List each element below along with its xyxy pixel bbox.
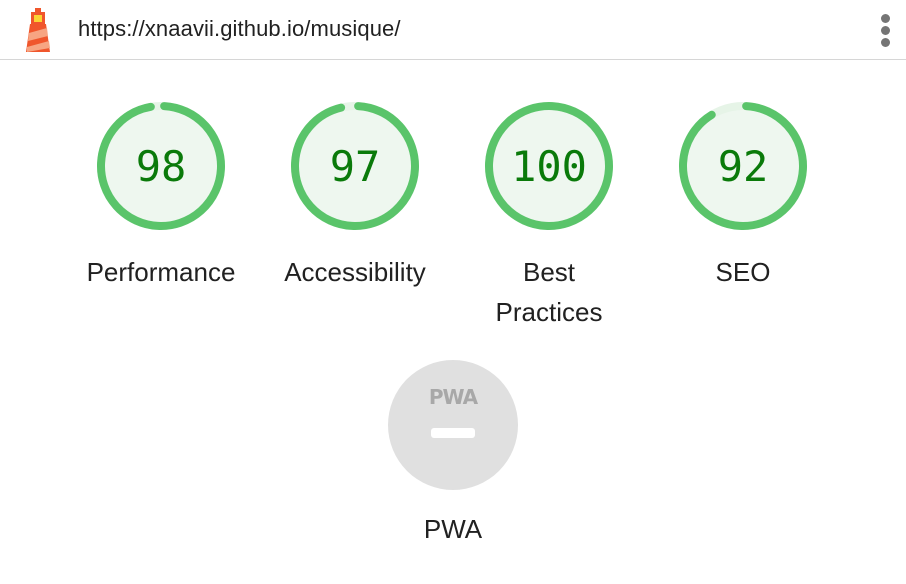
report-header: https://xnaavii.github.io/musique/ xyxy=(0,0,906,60)
gauge-pwa[interactable]: PWA PWA xyxy=(353,360,553,545)
gauge-score: 98 xyxy=(136,142,187,191)
gauge-accessibility[interactable]: 97 Accessibility xyxy=(255,100,455,292)
gauge-label: Performance xyxy=(86,257,236,287)
gauge-performance[interactable]: 98 Performance xyxy=(61,100,261,292)
page-url[interactable]: https://xnaavii.github.io/musique/ xyxy=(78,16,401,42)
pwa-badge: PWA xyxy=(388,360,518,490)
gauge-score: 100 xyxy=(511,142,587,191)
gauge-label: Accessibility xyxy=(284,257,426,287)
gauge-label-line: Practices xyxy=(495,297,603,327)
gauge-score: 92 xyxy=(718,142,769,191)
gauge-label: SEO xyxy=(715,257,771,287)
more-vertical-icon[interactable] xyxy=(876,12,896,48)
gauge-seo[interactable]: 92 SEO xyxy=(643,100,843,292)
gauge-label: Best Practices xyxy=(449,252,649,332)
gauge-best-practices[interactable]: 100 Best Practices xyxy=(449,100,649,332)
lighthouse-icon xyxy=(26,8,50,52)
pwa-dash-icon xyxy=(431,428,475,438)
gauge-label-line: Best xyxy=(522,257,576,287)
gauge-label: PWA xyxy=(423,514,483,544)
gauge-score: 97 xyxy=(330,142,381,191)
pwa-badge-text: PWA xyxy=(428,385,478,409)
